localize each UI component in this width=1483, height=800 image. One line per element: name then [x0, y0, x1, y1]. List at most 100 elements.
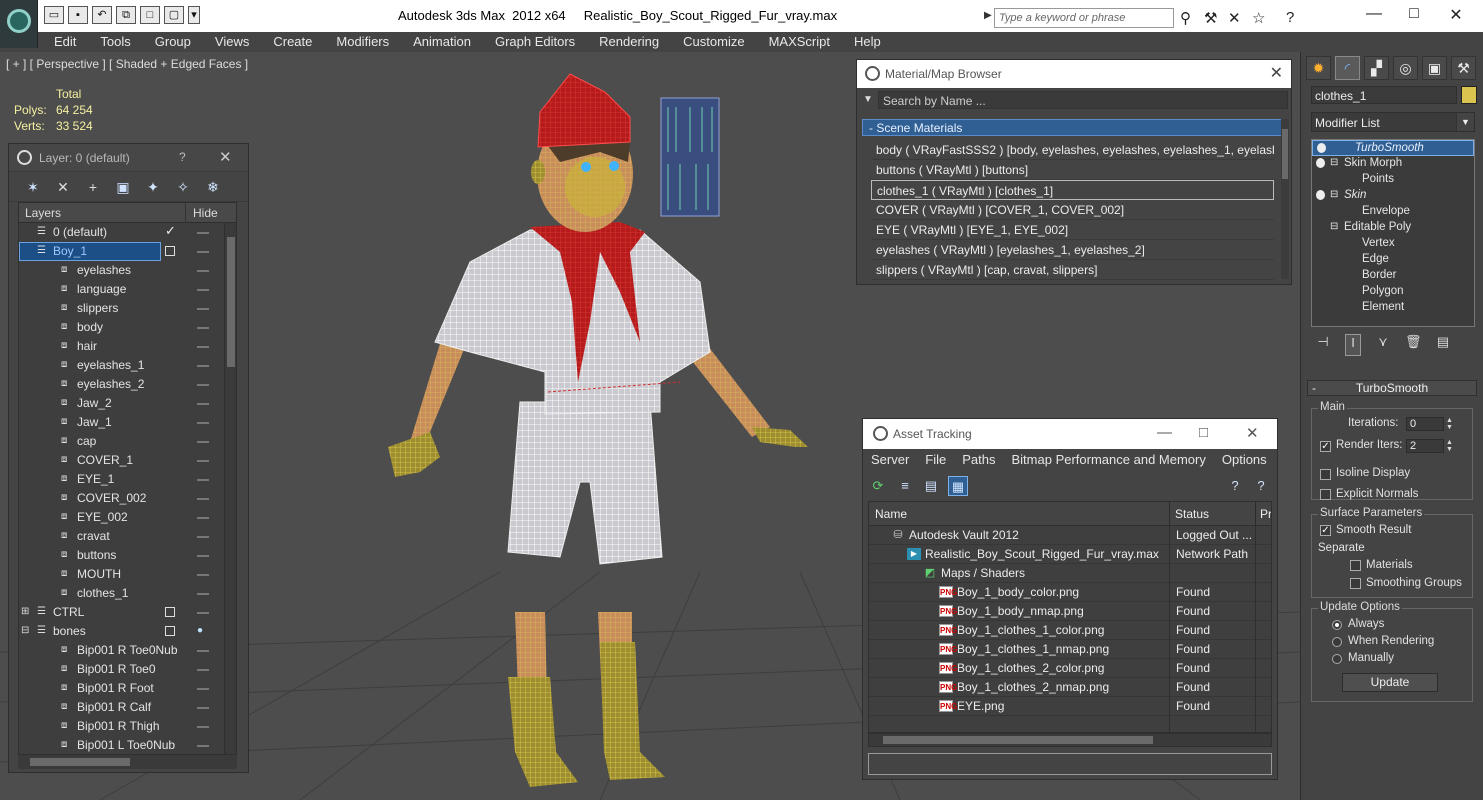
- asset-row[interactable]: PNG Boy_1_body_color.png Found: [869, 583, 1271, 602]
- modifier-stack-item[interactable]: Element: [1312, 300, 1474, 316]
- layer-object-row[interactable]: ⧈ Bip001 R Foot: [19, 679, 236, 698]
- material-row[interactable]: buttons ( VRayMtl ) [buttons]: [871, 160, 1274, 180]
- hide-toggle[interactable]: [197, 650, 209, 652]
- freeze-all-icon[interactable]: ❄: [204, 178, 222, 196]
- layer-object-row[interactable]: ⧈ MOUTH: [19, 565, 236, 584]
- motion-tab-icon[interactable]: ◎: [1393, 56, 1418, 80]
- asset-row[interactable]: ▶ Realistic_Boy_Scout_Rigged_Fur_vray.max…: [869, 545, 1271, 564]
- minimize-icon[interactable]: —: [1364, 5, 1384, 23]
- maximize-icon[interactable]: □: [1404, 5, 1424, 23]
- layer-object-row[interactable]: ⧈ Jaw_1: [19, 413, 236, 432]
- hold-icon[interactable]: □: [140, 6, 160, 24]
- materials-checkbox[interactable]: [1350, 560, 1361, 571]
- hide-toggle[interactable]: [197, 593, 209, 595]
- binoculars-icon[interactable]: ⚲: [1180, 9, 1191, 27]
- hide-toggle[interactable]: [197, 327, 209, 329]
- material-browser-titlebar[interactable]: Material/Map Browser ✕: [857, 60, 1291, 88]
- modify-tab-icon[interactable]: ◜: [1335, 56, 1360, 80]
- wrench-icon[interactable]: ⚒: [1204, 9, 1217, 27]
- layer-object-row[interactable]: ⧈ eyelashes: [19, 261, 236, 280]
- layer-object-row[interactable]: ⧈ buttons: [19, 546, 236, 565]
- render-iters-spinner[interactable]: 2: [1406, 439, 1444, 453]
- tree-view-icon[interactable]: ▤: [921, 476, 941, 496]
- smoothing-groups-checkbox[interactable]: [1350, 578, 1361, 589]
- show-end-result-icon[interactable]: I: [1345, 334, 1361, 356]
- modifier-stack-item[interactable]: Vertex: [1312, 236, 1474, 252]
- make-unique-icon[interactable]: ⋎: [1375, 334, 1391, 356]
- asset-tracking-titlebar[interactable]: Asset Tracking — □ ✕: [863, 419, 1277, 449]
- utilities-tab-icon[interactable]: ⚒: [1451, 56, 1476, 80]
- hide-toggle[interactable]: [197, 270, 209, 272]
- layer-object-row[interactable]: ⧈ EYE_1: [19, 470, 236, 489]
- isoline-display-checkbox[interactable]: [1320, 469, 1331, 480]
- hide-toggle[interactable]: [197, 726, 209, 728]
- asset-row[interactable]: PNG Boy_1_clothes_2_color.png Found: [869, 659, 1271, 678]
- layer-panel-titlebar[interactable]: Layer: 0 (default) ? ✕: [9, 144, 248, 172]
- render-iters-checkbox[interactable]: ✓: [1320, 441, 1331, 452]
- spinner-arrows-icon[interactable]: ▲ ▼: [1446, 439, 1454, 453]
- spinner-arrows-icon[interactable]: ▲ ▼: [1446, 417, 1454, 431]
- hide-toggle[interactable]: [197, 536, 209, 538]
- help-icon[interactable]: ?: [179, 150, 186, 164]
- open-folder-icon[interactable]: ▭: [44, 6, 64, 24]
- fetch-icon[interactable]: ▢: [164, 6, 184, 24]
- material-row[interactable]: body ( VRayFastSSS2 ) [body, eyelashes, …: [871, 140, 1274, 160]
- list-view-icon[interactable]: ≡: [895, 476, 915, 496]
- menu-tools[interactable]: Tools: [84, 32, 138, 52]
- hide-toggle[interactable]: [197, 365, 209, 367]
- menu-modifiers[interactable]: Modifiers: [320, 32, 397, 52]
- menu-views[interactable]: Views: [199, 32, 257, 52]
- layer-object-row[interactable]: ⧈ Bip001 R Toe0Nub: [19, 641, 236, 660]
- hide-toggle[interactable]: [197, 403, 209, 405]
- modifier-toggle-icon[interactable]: [1317, 143, 1326, 153]
- close-icon[interactable]: ✕: [219, 148, 232, 166]
- hide-toggle[interactable]: [197, 460, 209, 462]
- layer-object-row[interactable]: ⧈ Bip001 L Toe0Nub: [19, 736, 236, 754]
- layer-object-row[interactable]: ⧈ eyelashes_1: [19, 356, 236, 375]
- asset-row[interactable]: ⛁ Autodesk Vault 2012 Logged Out ...: [869, 526, 1271, 545]
- layer-row[interactable]: ⊟ ☰ bones ●: [19, 622, 236, 641]
- layer-object-row[interactable]: ⧈ EYE_002: [19, 508, 236, 527]
- modifier-stack-item[interactable]: TurboSmooth: [1312, 140, 1474, 156]
- menu-customize[interactable]: Customize: [667, 32, 752, 52]
- current-layer-check-icon[interactable]: ✓: [165, 223, 176, 239]
- pin-stack-icon[interactable]: ⊣: [1315, 334, 1331, 356]
- modifier-stack-item[interactable]: Envelope: [1312, 204, 1474, 220]
- asset-menu-server[interactable]: Server: [863, 450, 917, 470]
- modifier-toggle-icon[interactable]: [1316, 190, 1325, 200]
- material-search-input[interactable]: Search by Name ...: [878, 91, 1288, 109]
- scroll-thumb[interactable]: [883, 736, 1153, 744]
- expand-toggle-icon[interactable]: ⊟: [1330, 221, 1338, 232]
- layer-object-row[interactable]: ⧈ COVER_002: [19, 489, 236, 508]
- asset-menu-options[interactable]: Options: [1214, 450, 1275, 470]
- help-icon[interactable]: ?: [1251, 476, 1271, 496]
- hide-toggle[interactable]: [197, 384, 209, 386]
- hide-toggle[interactable]: [197, 745, 209, 747]
- hide-toggle[interactable]: [197, 688, 209, 690]
- update-button[interactable]: Update: [1342, 673, 1438, 692]
- menu-create[interactable]: Create: [257, 32, 320, 52]
- menu-animation[interactable]: Animation: [397, 32, 479, 52]
- hide-toggle[interactable]: [197, 517, 209, 519]
- help-icon[interactable]: ?: [1286, 9, 1294, 26]
- layer-object-row[interactable]: ⧈ slippers: [19, 299, 236, 318]
- create-tab-icon[interactable]: ✹: [1306, 56, 1331, 80]
- object-color-swatch[interactable]: [1461, 86, 1477, 104]
- hide-toggle[interactable]: [197, 669, 209, 671]
- hide-checkbox[interactable]: [165, 607, 175, 617]
- select-objects-icon[interactable]: ▣: [114, 178, 132, 196]
- manually-radio[interactable]: [1332, 654, 1342, 664]
- explicit-normals-checkbox[interactable]: [1320, 489, 1331, 500]
- always-radio[interactable]: [1332, 620, 1342, 630]
- asset-row[interactable]: PNG EYE.png Found: [869, 697, 1271, 716]
- material-row[interactable]: EYE ( VRayMtl ) [EYE_1, EYE_002]: [871, 220, 1274, 240]
- hide-toggle[interactable]: [197, 498, 209, 500]
- hide-toggle[interactable]: [197, 422, 209, 424]
- hide-toggle[interactable]: [197, 574, 209, 576]
- asset-row[interactable]: PNG Boy_1_clothes_1_color.png Found: [869, 621, 1271, 640]
- layer-object-row[interactable]: ⧈ language: [19, 280, 236, 299]
- qat-dropdown-icon[interactable]: ▾: [188, 6, 200, 24]
- layer-object-row[interactable]: ⧈ body: [19, 318, 236, 337]
- column-hide[interactable]: Hide: [193, 206, 218, 220]
- close-icon[interactable]: ✕: [1270, 63, 1283, 83]
